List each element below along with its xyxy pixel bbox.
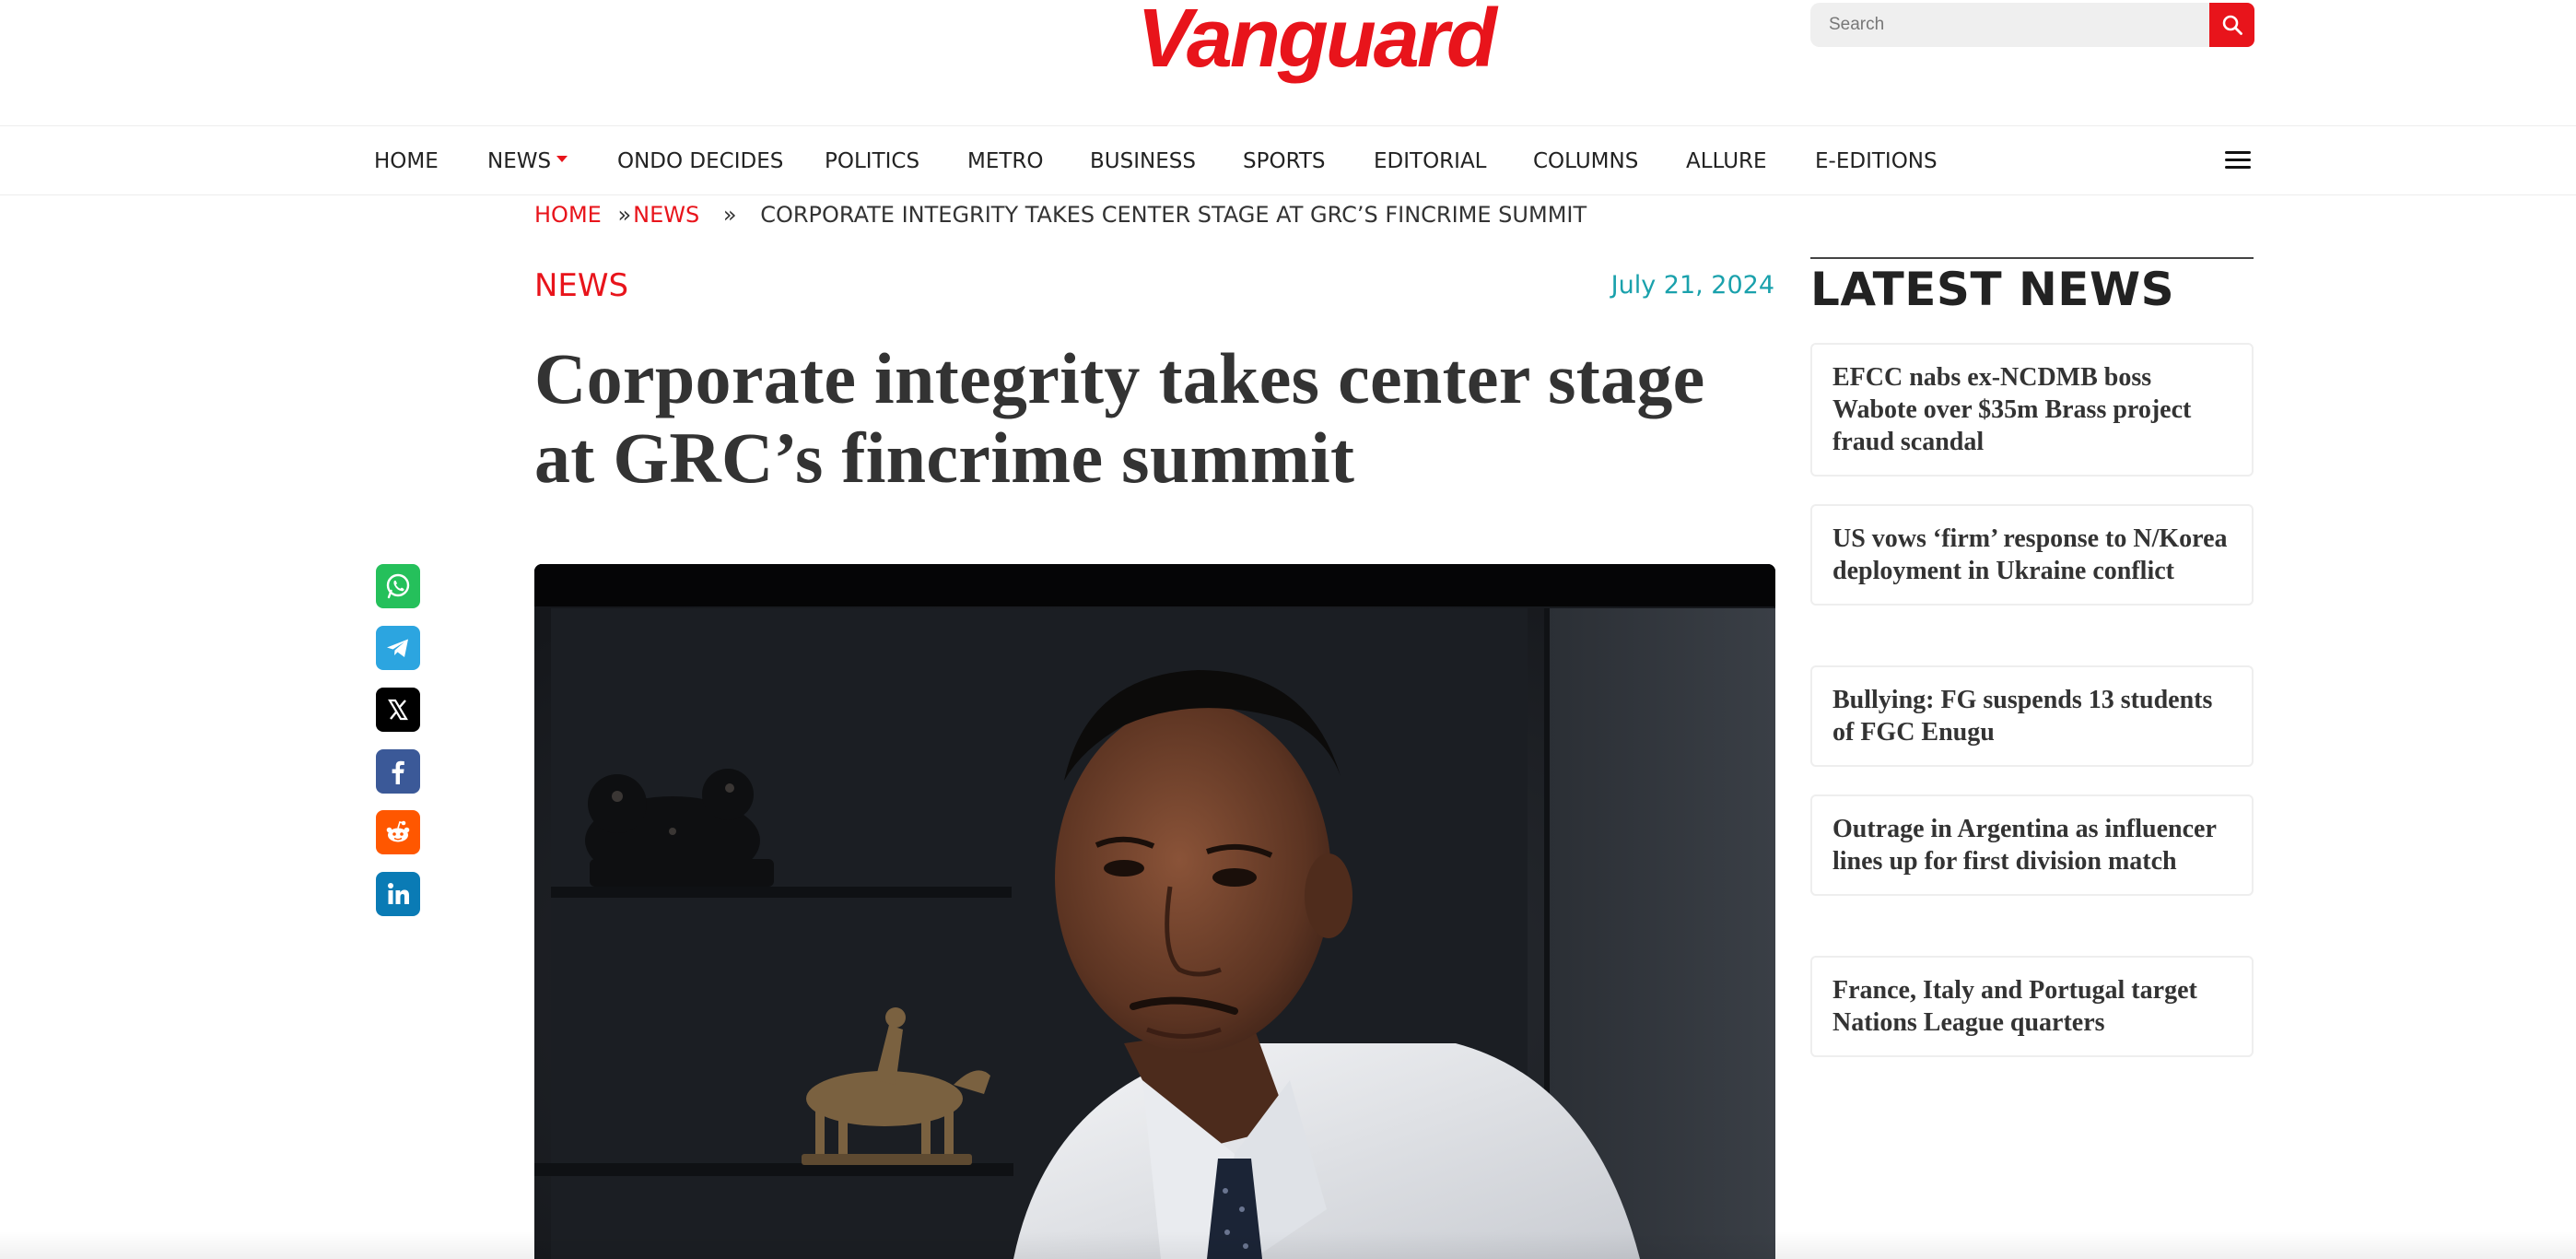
nav-label: EDITORIAL — [1374, 149, 1487, 173]
latest-news-item[interactable]: EFCC nabs ex-NCDMB boss Wabote over $35m… — [1810, 343, 2254, 477]
nav-item-business[interactable]: BUSINESS — [1090, 126, 1196, 196]
caret-down-icon — [556, 156, 568, 162]
share-telegram-button[interactable] — [376, 626, 420, 670]
facebook-icon — [392, 760, 404, 784]
nav-item-ondo-decides[interactable]: ONDO DECIDES — [617, 126, 783, 196]
article-hero-image — [534, 564, 1775, 1259]
hero-photo-illustration — [534, 564, 1775, 1259]
nav-item-e-editions[interactable]: E-EDITIONS — [1815, 126, 1938, 196]
article-headline: Corporate integrity takes center stage a… — [534, 338, 1705, 498]
nav-item-metro[interactable]: METRO — [967, 126, 1044, 196]
search-bar — [1810, 3, 2254, 47]
nav-item-allure[interactable]: ALLURE — [1686, 126, 1767, 196]
breadcrumb-current: CORPORATE INTEGRITY TAKES CENTER STAGE A… — [760, 202, 1587, 228]
nav-item-sports[interactable]: SPORTS — [1243, 126, 1326, 196]
nav-item-columns[interactable]: COLUMNS — [1533, 126, 1638, 196]
nav-item-news[interactable]: NEWS — [487, 126, 568, 196]
latest-news-item[interactable]: US vows ‘firm’ response to N/Korea deplo… — [1810, 504, 2254, 606]
nav-label: NEWS — [487, 149, 552, 173]
share-reddit-button[interactable] — [376, 810, 420, 854]
breadcrumb-news-link[interactable]: NEWS — [633, 202, 699, 228]
share-facebook-button[interactable] — [376, 749, 420, 794]
latest-news-item-title: France, Italy and Portugal target Nation… — [1832, 976, 2197, 1037]
breadcrumb-separator: » — [617, 202, 632, 228]
nav-item-editorial[interactable]: EDITORIAL — [1374, 126, 1487, 196]
breadcrumb-home-link[interactable]: HOME — [534, 202, 602, 228]
breadcrumb: HOME »NEWS » CORPORATE INTEGRITY TAKES C… — [534, 199, 1587, 230]
share-linkedin-button[interactable] — [376, 872, 420, 916]
nav-label: COLUMNS — [1533, 149, 1639, 173]
telegram-icon — [387, 639, 408, 657]
search-button[interactable] — [2209, 3, 2254, 47]
site-logo[interactable]: Vanguard — [1122, 0, 1509, 88]
article-category-link[interactable]: NEWS — [534, 265, 628, 306]
sidebar-divider — [1810, 257, 2254, 259]
search-input[interactable] — [1810, 3, 2210, 47]
nav-item-home[interactable]: HOME — [374, 126, 439, 196]
nav-label: ONDO DECIDES — [617, 149, 784, 173]
latest-news-item[interactable]: Outrage in Argentina as influencer lines… — [1810, 794, 2254, 896]
main-nav: HOME NEWS ONDO DECIDES POLITICS METRO BU… — [0, 125, 2576, 195]
breadcrumb-separator: » — [722, 202, 737, 228]
latest-news-item[interactable]: Bullying: FG suspends 13 students of FGC… — [1810, 665, 2254, 767]
nav-label: POLITICS — [825, 149, 920, 173]
latest-news-item-title: EFCC nabs ex-NCDMB boss Wabote over $35m… — [1832, 363, 2192, 456]
reddit-icon — [386, 820, 410, 842]
latest-news-item-title: US vows ‘firm’ response to N/Korea deplo… — [1832, 524, 2228, 585]
hamburger-menu-icon[interactable] — [2225, 151, 2251, 170]
search-icon — [2222, 15, 2242, 35]
nav-label: ALLURE — [1686, 149, 1767, 173]
nav-label: BUSINESS — [1090, 149, 1196, 173]
nav-label: E-EDITIONS — [1815, 149, 1938, 173]
share-whatsapp-button[interactable] — [376, 564, 420, 608]
latest-news-item-title: Outrage in Argentina as influencer lines… — [1832, 815, 2217, 876]
nav-label: SPORTS — [1243, 149, 1326, 173]
latest-news-item-title: Bullying: FG suspends 13 students of FGC… — [1832, 686, 2213, 747]
nav-item-politics[interactable]: POLITICS — [825, 126, 919, 196]
article-date: July 21, 2024 — [1610, 271, 1774, 300]
linkedin-icon — [388, 883, 409, 904]
latest-news-heading: LATEST NEWS — [1810, 263, 2175, 316]
x-icon — [388, 699, 408, 721]
latest-news-item[interactable]: France, Italy and Portugal target Nation… — [1810, 956, 2254, 1057]
nav-label: HOME — [374, 149, 439, 173]
share-x-button[interactable] — [376, 688, 420, 732]
whatsapp-icon — [386, 573, 410, 599]
nav-label: METRO — [967, 149, 1044, 173]
